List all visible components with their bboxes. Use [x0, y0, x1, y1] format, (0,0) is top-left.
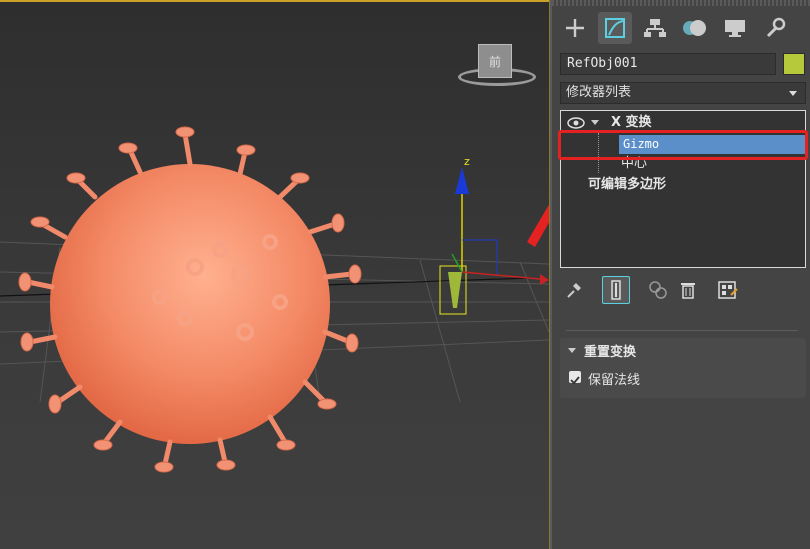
hierarchy-icon [644, 19, 666, 37]
panel-grip[interactable] [552, 0, 810, 6]
annotation-highlight-box [558, 130, 808, 160]
tab-display[interactable] [718, 12, 752, 44]
preserve-normals-label: 保留法线 [588, 373, 641, 388]
viewcube-face-label: 前 [478, 44, 512, 78]
collapse-triangle-icon[interactable] [591, 120, 599, 125]
collapse-triangle-icon [568, 348, 576, 353]
stack-item-editable-poly[interactable]: 可编辑多边形 [588, 175, 666, 195]
motion-icon [683, 20, 706, 36]
tab-hierarchy[interactable] [638, 12, 672, 44]
annotation-arrow [527, 204, 549, 247]
transform-gizmo[interactable] [451, 167, 549, 285]
refobj001-model[interactable] [439, 265, 467, 315]
end-result-icon [611, 280, 621, 300]
tab-utilities[interactable] [758, 12, 792, 44]
configure-modifier-sets-button[interactable] [714, 276, 742, 304]
object-color-swatch[interactable] [783, 53, 805, 75]
viewcube[interactable]: 前 [458, 40, 538, 90]
tab-modify[interactable] [598, 12, 632, 44]
tab-create[interactable] [558, 12, 592, 44]
perspective-viewport[interactable]: z 前 [0, 0, 549, 549]
trash-icon [681, 283, 695, 299]
preserve-normals-checkbox[interactable] [569, 371, 581, 385]
object-name-field[interactable]: RefObj001 [560, 53, 776, 75]
make-unique-icon [649, 281, 667, 299]
tab-motion[interactable] [678, 12, 712, 44]
axis-z-label: z [464, 155, 470, 168]
remove-modifier-button[interactable] [674, 276, 702, 304]
rollout-header[interactable]: 重置变换 [560, 338, 806, 362]
eye-icon[interactable] [567, 117, 585, 129]
pin-icon [567, 283, 581, 298]
utilities-wrench-icon [766, 17, 786, 38]
rollout-divider [566, 330, 798, 331]
pin-stack-button[interactable] [560, 276, 588, 304]
make-unique-button[interactable] [644, 276, 672, 304]
rollout-title: 重置变换 [584, 345, 637, 360]
modify-icon [605, 18, 625, 38]
create-plus-icon [566, 19, 584, 37]
modifier-list-dropdown[interactable]: 修改器列表 [560, 82, 806, 104]
show-end-result-button[interactable] [602, 276, 630, 304]
command-panel: RefObj001 修改器列表 X 变换 Gizmo 中心 可编辑多边形 重置变… [552, 0, 810, 549]
virus-model[interactable] [18, 126, 362, 473]
configure-sets-icon [718, 281, 738, 299]
checkmark-icon [570, 376, 580, 385]
reset-xform-rollout: 重置变换 保留法线 [560, 338, 806, 398]
chevron-down-icon [789, 91, 797, 96]
modifier-list-label: 修改器列表 [566, 85, 632, 100]
display-icon [725, 20, 745, 37]
